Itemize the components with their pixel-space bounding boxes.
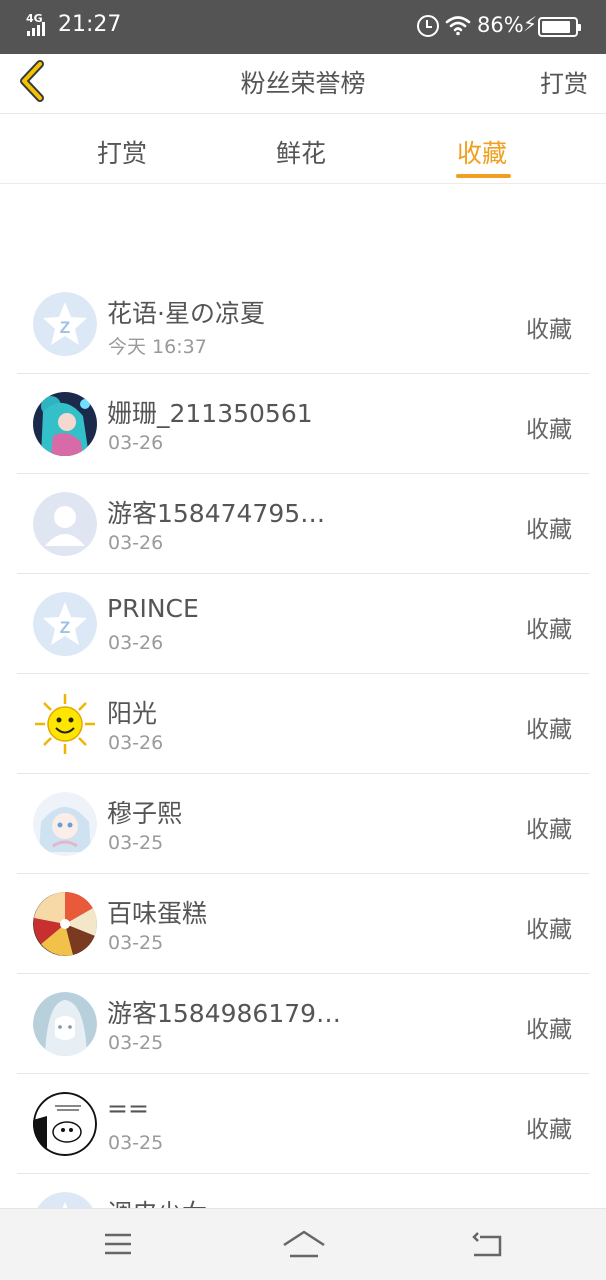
menu-icon (105, 1233, 131, 1255)
svg-text:Z: Z (60, 618, 70, 637)
charging-icon: ⚡ (523, 12, 538, 36)
system-nav-bar (0, 1208, 606, 1280)
fan-list: Z 花语·星の凉夏 今天 16:37 收藏 姗珊_211350561 03-26… (17, 274, 589, 1208)
tab-favorites[interactable]: 收藏 (457, 134, 507, 170)
action-label: 收藏 (526, 317, 572, 343)
fan-name: 游客1584986179… (107, 999, 342, 1028)
comic-avatar (33, 1092, 97, 1156)
network-type: 4G (26, 12, 43, 25)
fan-date: 今天 16:37 (108, 336, 207, 358)
status-time: 21:27 (58, 12, 122, 37)
tab-reward[interactable]: 打赏 (97, 134, 147, 170)
list-item[interactable]: 百味蛋糕 03-25 收藏 (17, 874, 589, 974)
fan-date: 03-26 (108, 732, 164, 754)
list-item[interactable]: Z PRINCE 03-26 收藏 (17, 574, 589, 674)
back-icon (472, 1232, 502, 1257)
fan-name: 姗珊_211350561 (107, 399, 313, 428)
list-item[interactable]: 游客1584986179… 03-25 收藏 (17, 974, 589, 1074)
signal-icon: 4G (25, 12, 49, 38)
wifi-icon (445, 16, 471, 36)
list-item[interactable]: 游客158474795… 03-26 收藏 (17, 474, 589, 574)
svg-text:Z: Z (60, 318, 70, 337)
action-label: 收藏 (526, 817, 572, 843)
home-icon (283, 1230, 325, 1258)
menu-button[interactable] (99, 1229, 139, 1261)
action-label: 收藏 (526, 917, 572, 943)
cake-avatar (33, 892, 97, 956)
fan-date: 03-25 (108, 832, 164, 854)
default-star-avatar: Z (33, 592, 97, 656)
fan-name: 花语·星の凉夏 (107, 299, 265, 328)
back-nav-button[interactable] (468, 1229, 508, 1261)
list-item[interactable]: 调皮少女 (17, 1174, 589, 1208)
page-title: 粉丝荣誉榜 (240, 69, 366, 98)
tab-flowers[interactable]: 鲜花 (276, 134, 326, 170)
fan-name: 百味蛋糕 (107, 899, 208, 928)
status-bar: 4G 21:27 86% ⚡ (0, 0, 606, 54)
action-label: 收藏 (526, 1017, 572, 1043)
list-item[interactable]: 穆子熙 03-25 收藏 (17, 774, 589, 874)
fan-date: 03-25 (108, 1032, 164, 1054)
title-bar: 粉丝荣誉榜 打赏 (0, 54, 606, 114)
anime-girl-avatar (33, 792, 97, 856)
active-tab-indicator (456, 174, 511, 178)
home-button[interactable] (282, 1229, 325, 1261)
fan-name: PRINCE (107, 594, 199, 623)
action-label: 收藏 (526, 1117, 572, 1143)
battery-percent: 86% (477, 13, 524, 37)
fan-name: 游客158474795… (107, 499, 326, 528)
fan-date: 03-26 (108, 532, 164, 554)
fan-date: 03-25 (108, 932, 164, 954)
battery-icon (538, 17, 581, 37)
action-label: 收藏 (526, 617, 572, 643)
fan-name: 阳光 (107, 699, 158, 728)
tab-bar: 打赏 鲜花 收藏 (0, 114, 606, 184)
alarm-icon (417, 15, 439, 37)
anime-girl-avatar (33, 392, 97, 456)
default-star-avatar (33, 1192, 97, 1208)
reward-button[interactable]: 打赏 (540, 64, 588, 99)
default-star-avatar: Z (33, 292, 97, 356)
fan-date: 03-26 (108, 432, 164, 454)
list-item[interactable]: == 03-25 收藏 (17, 1074, 589, 1174)
sun-avatar (33, 692, 97, 756)
list-item[interactable]: 阳光 03-26 收藏 (17, 674, 589, 774)
fan-date: 03-25 (108, 1132, 164, 1154)
fan-date: 03-26 (108, 632, 164, 654)
fan-name: == (107, 1094, 149, 1123)
fan-name: 调皮少女 (107, 1194, 207, 1208)
default-person-avatar (33, 492, 97, 556)
list-item[interactable]: 姗珊_211350561 03-26 收藏 (17, 374, 589, 474)
action-label: 收藏 (526, 717, 572, 743)
sketch-girl-avatar (33, 992, 97, 1056)
action-label: 收藏 (526, 417, 572, 443)
action-label: 收藏 (526, 517, 572, 543)
list-item[interactable]: Z 花语·星の凉夏 今天 16:37 收藏 (17, 274, 589, 374)
fan-name: 穆子熙 (107, 799, 183, 828)
